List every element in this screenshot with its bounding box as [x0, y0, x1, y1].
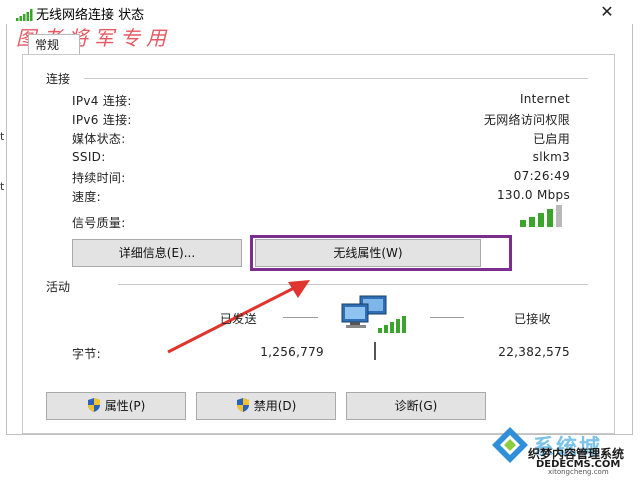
disable-button-label: 禁用(D): [253, 399, 297, 413]
speed-label: 速度:: [72, 190, 101, 204]
media-state-label: 媒体状态:: [72, 132, 126, 146]
received-label: 已接收: [514, 312, 551, 326]
disable-button[interactable]: 禁用(D): [196, 392, 336, 420]
left-edge-text: t: [0, 130, 5, 143]
wifi-signal-icon: [16, 6, 34, 21]
received-dash: [430, 317, 464, 318]
properties-button[interactable]: 属性(P): [46, 392, 186, 420]
bytes-sent-value: 1,256,779: [260, 345, 324, 359]
bytes-received-value: 22,382,575: [498, 345, 570, 359]
section-connection-divider: [84, 78, 588, 79]
bytes-divider: [374, 342, 376, 360]
diagnose-button[interactable]: 诊断(G): [346, 392, 486, 420]
ssid-value: slkm3: [532, 150, 570, 164]
properties-button-label: 属性(P): [104, 399, 146, 413]
uac-shield-icon: [236, 395, 250, 412]
ssid-label: SSID:: [72, 150, 106, 164]
tab-general[interactable]: 常规: [28, 34, 80, 55]
left-edge-text: t: [0, 180, 5, 193]
ipv6-value: 无网络访问权限: [483, 113, 570, 127]
system-city-logo-icon: [490, 425, 530, 465]
highlight-box: [250, 235, 512, 271]
speed-value: 130.0 Mbps: [496, 188, 570, 202]
signal-quality-label: 信号质量:: [72, 216, 126, 230]
close-button[interactable]: ✕: [596, 2, 618, 22]
ipv4-label: IPv4 连接:: [72, 94, 132, 108]
duration-label: 持续时间:: [72, 171, 126, 185]
duration-value: 07:26:49: [513, 169, 570, 183]
section-connection-label: 连接: [46, 72, 71, 86]
ipv6-label: IPv6 连接:: [72, 113, 132, 127]
ipv4-value: Internet: [519, 92, 570, 106]
section-activity-label: 活动: [46, 280, 71, 294]
window-title: 无线网络连接 状态: [36, 8, 145, 23]
signal-strength-icon: [520, 205, 566, 227]
bytes-label: 字节:: [72, 347, 101, 361]
details-button[interactable]: 详细信息(E)...: [72, 239, 242, 267]
network-computers-icon: [340, 294, 410, 334]
sent-label: 已发送: [220, 312, 257, 326]
sent-dash: [283, 317, 318, 318]
corner-watermark-url: xitongcheng.com: [548, 468, 609, 476]
uac-shield-icon: [87, 395, 101, 412]
media-state-value: 已启用: [533, 132, 570, 146]
